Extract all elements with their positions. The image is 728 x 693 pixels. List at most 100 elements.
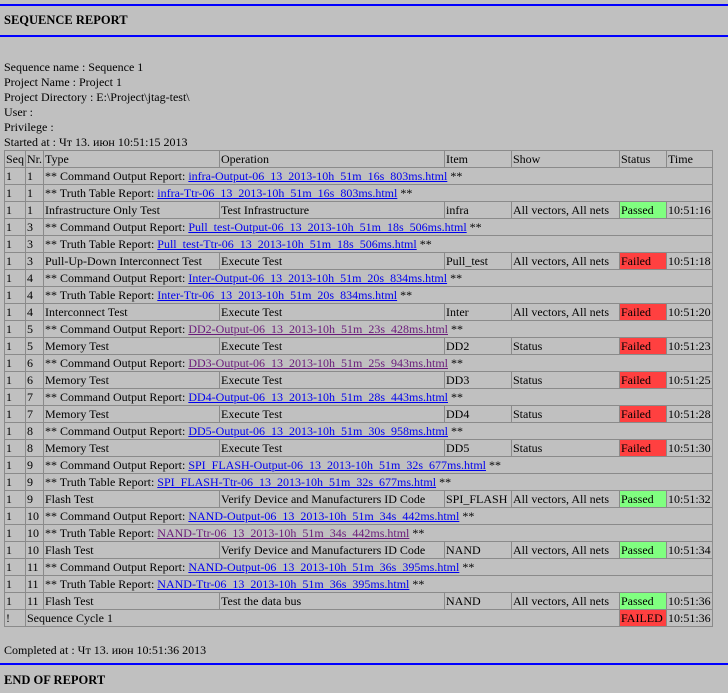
row-item: SPI_FLASH [444, 490, 512, 508]
report-link-prefix: ** Truth Table Report: [45, 288, 158, 302]
table-row: 1 3 ** Truth Table Report: Pull_test-Ttr-0… [4, 235, 713, 253]
row-nr: 3 [25, 252, 44, 270]
report-link-suffix: ** [447, 169, 463, 183]
row-report-link-cell: ** Command Output Report: DD3-Output-06_… [43, 354, 713, 372]
command-output-report-link[interactable]: SPI_FLASH-Output-06_13_2013-10h_51m_32s_… [188, 458, 486, 472]
row-seq: 1 [4, 456, 26, 474]
row-seq: 1 [4, 541, 26, 559]
table-row: 1 9 ** Truth Table Report: SPI_FLASH-Ttr-0… [4, 473, 713, 491]
col-show: Show [511, 150, 620, 168]
project-directory: Project Directory : E:\Project\jtag-test… [4, 90, 190, 104]
table-row: 1 11 Flash Test Test the data bus NAND All ve… [4, 592, 713, 610]
command-output-report-link[interactable]: DD2-Output-06_13_2013-10h_51m_23s_428ms.… [188, 322, 448, 336]
report-link-prefix: ** Command Output Report: [45, 169, 189, 183]
col-item: Item [444, 150, 512, 168]
table-row: 1 10 ** Command Output Report: NAND-Output… [4, 507, 713, 525]
truth-table-report-link[interactable]: NAND-Ttr-06_13_2013-10h_51m_36s_395ms.ht… [157, 577, 409, 591]
row-nr: 4 [25, 286, 44, 304]
results-table: Seq Nr. Type Operation Item Show Status … [4, 150, 713, 627]
row-seq: 1 [4, 201, 26, 219]
table-row: 1 7 Memory Test Execute Test DD4 Status Failed… [4, 405, 713, 423]
table-row: ! Sequence Cycle 1 FAILED 10:51:36 [4, 609, 713, 627]
command-output-report-link[interactable]: NAND-Output-06_13_2013-10h_51m_34s_442ms… [188, 509, 459, 523]
row-report-link-cell: ** Command Output Report: DD2-Output-06_… [43, 320, 713, 338]
row-nr: 3 [25, 218, 44, 236]
table-row: 1 5 ** Command Output Report: DD2-Output-0… [4, 320, 713, 338]
row-nr: 1 [25, 184, 44, 202]
row-nr: 1 [25, 201, 44, 219]
row-type: Flash Test [43, 541, 220, 559]
report-link-prefix: ** Truth Table Report: [45, 577, 158, 591]
row-type: Flash Test [43, 490, 220, 508]
table-row: 1 4 ** Truth Table Report: Inter-Ttr-06_13… [4, 286, 713, 304]
row-status-badge: Passed [619, 201, 667, 219]
report-link-prefix: ** Command Output Report: [45, 322, 189, 336]
row-time: 10:51:36 [666, 592, 713, 610]
report-link-prefix: ** Command Output Report: [45, 458, 189, 472]
command-output-report-link[interactable]: infra-Output-06_13_2013-10h_51m_16s_803m… [188, 169, 447, 183]
row-time: 10:51:34 [666, 541, 713, 559]
row-report-link-cell: ** Truth Table Report: Inter-Ttr-06_13_2… [43, 286, 713, 304]
command-output-report-link[interactable]: Pull_test-Output-06_13_2013-10h_51m_18s_… [188, 220, 466, 234]
row-show: All vectors, All nets [511, 303, 620, 321]
row-nr: 11 [25, 592, 44, 610]
table-header-row: Seq Nr. Type Operation Item Show Status … [4, 150, 713, 168]
truth-table-report-link[interactable]: SPI_FLASH-Ttr-06_13_2013-10h_51m_32s_677… [157, 475, 436, 489]
command-output-report-link[interactable]: NAND-Output-06_13_2013-10h_51m_36s_395ms… [188, 560, 459, 574]
privilege: Privilege : [4, 120, 54, 134]
col-type: Type [43, 150, 220, 168]
table-row: 1 3 ** Command Output Report: Pull_test-Ou… [4, 218, 713, 236]
row-type: Infrastructure Only Test [43, 201, 220, 219]
row-operation: Execute Test [219, 337, 445, 355]
row-operation: Execute Test [219, 371, 445, 389]
report-link-suffix: ** [409, 577, 425, 591]
row-nr: 10 [25, 524, 44, 542]
table-row: 1 7 ** Command Output Report: DD4-Output-0… [4, 388, 713, 406]
row-seq: 1 [4, 507, 26, 525]
row-seq: 1 [4, 575, 26, 593]
row-report-link-cell: ** Command Output Report: SPI_FLASH-Outp… [43, 456, 713, 474]
table-row: 1 1 ** Command Output Report: infra-Output… [4, 167, 713, 185]
row-type: Flash Test [43, 592, 220, 610]
row-seq: 1 [4, 405, 26, 423]
report-link-prefix: ** Truth Table Report: [45, 475, 158, 489]
row-item: DD3 [444, 371, 512, 389]
row-summary-label: Sequence Cycle 1 [25, 609, 620, 627]
report-link-suffix: ** [448, 356, 463, 370]
row-operation: Test the data bus [219, 592, 445, 610]
row-seq: 1 [4, 235, 26, 253]
row-item: Pull_test [444, 252, 512, 270]
command-output-report-link[interactable]: DD4-Output-06_13_2013-10h_51m_28s_443ms.… [188, 390, 448, 404]
row-seq: 1 [4, 388, 26, 406]
row-nr: 8 [25, 439, 44, 457]
command-output-report-link[interactable]: DD3-Output-06_13_2013-10h_51m_25s_943ms.… [188, 356, 448, 370]
top-rule [0, 4, 728, 6]
row-item: NAND [444, 592, 512, 610]
row-show: Status [511, 371, 620, 389]
row-type: Memory Test [43, 371, 220, 389]
table-row: 1 3 Pull-Up-Down Interconnect Test Execute … [4, 252, 713, 270]
footer-rule [0, 663, 728, 665]
truth-table-report-link[interactable]: Inter-Ttr-06_13_2013-10h_51m_20s_834ms.h… [157, 288, 397, 302]
row-nr: 9 [25, 490, 44, 508]
row-nr: 8 [25, 422, 44, 440]
command-output-report-link[interactable]: Inter-Output-06_13_2013-10h_51m_20s_834m… [188, 271, 447, 285]
table-row: 1 11 ** Truth Table Report: NAND-Ttr-06_13… [4, 575, 713, 593]
row-show: Status [511, 337, 620, 355]
report-link-suffix: ** [448, 390, 463, 404]
row-operation: Execute Test [219, 405, 445, 423]
truth-table-report-link[interactable]: NAND-Ttr-06_13_2013-10h_51m_34s_442ms.ht… [157, 526, 409, 540]
table-row: 1 8 ** Command Output Report: DD5-Output-0… [4, 422, 713, 440]
truth-table-report-link[interactable]: infra-Ttr-06_13_2013-10h_51m_16s_803ms.h… [157, 186, 397, 200]
table-row: 1 10 ** Truth Table Report: NAND-Ttr-06_13… [4, 524, 713, 542]
row-type: Interconnect Test [43, 303, 220, 321]
row-type: Pull-Up-Down Interconnect Test [43, 252, 220, 270]
row-report-link-cell: ** Command Output Report: Pull_test-Outp… [43, 218, 713, 236]
row-nr: 5 [25, 337, 44, 355]
truth-table-report-link[interactable]: Pull_test-Ttr-06_13_2013-10h_51m_18s_506… [157, 237, 416, 251]
report-link-prefix: ** Command Output Report: [45, 390, 189, 404]
row-status-badge: Passed [619, 592, 667, 610]
row-status-badge: Failed [619, 405, 667, 423]
command-output-report-link[interactable]: DD5-Output-06_13_2013-10h_51m_30s_958ms.… [188, 424, 448, 438]
row-report-link-cell: ** Command Output Report: Inter-Output-0… [43, 269, 713, 287]
